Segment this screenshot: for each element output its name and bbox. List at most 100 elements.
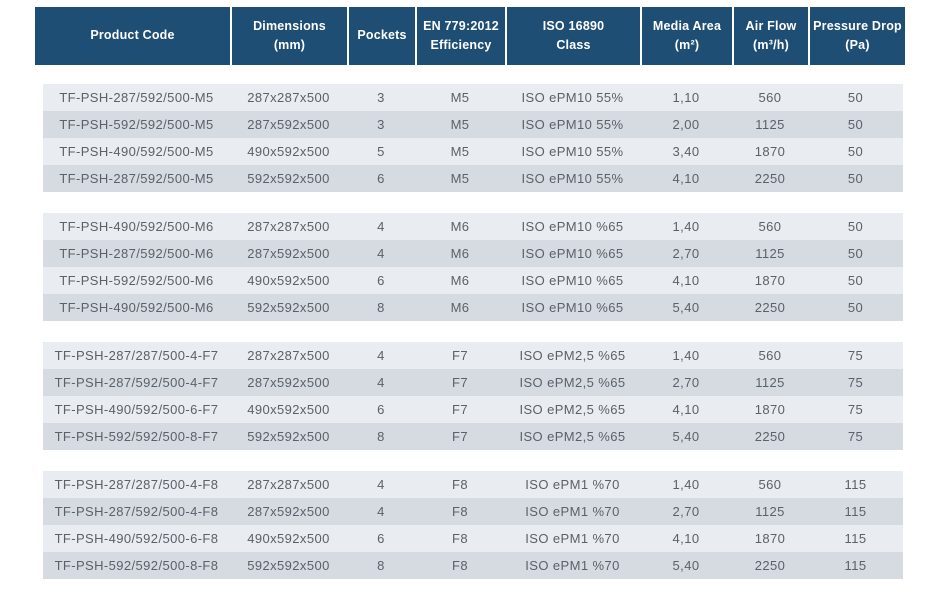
cell-product-code: TF-PSH-592/592/500-M5 <box>59 117 214 132</box>
cell-product-code: TF-PSH-490/592/500-M6 <box>59 219 214 234</box>
column-header-pockets: Pockets <box>347 7 415 65</box>
cell-media-area: 2,00 <box>672 117 700 132</box>
cell-pockets: 4 <box>377 504 385 519</box>
cell-air-flow: 1870 <box>754 144 786 159</box>
cell-en779-efficiency: F7 <box>452 402 468 417</box>
cell-pressure-drop: 50 <box>847 144 864 159</box>
cell-iso16890-class: ISO ePM1 %70 <box>525 558 620 573</box>
cell-media-area: 4,10 <box>672 531 700 546</box>
cell-pockets: 6 <box>377 531 385 546</box>
cell-air-flow: 560 <box>758 348 782 363</box>
table-row: TF-PSH-287/592/500-M6 287x592x500 4 M6 ISO e… <box>43 240 903 267</box>
cell-en779-efficiency: M6 <box>450 300 470 315</box>
cell-pressure-drop: 115 <box>844 477 867 492</box>
cell-en779-efficiency: M6 <box>450 246 470 261</box>
row-group-M6: TF-PSH-490/592/500-M6 287x287x500 4 M6 ISO e… <box>43 213 903 321</box>
cell-air-flow: 1125 <box>755 375 785 390</box>
cell-en779-efficiency: F7 <box>452 375 468 390</box>
cell-en779-efficiency: F8 <box>452 504 468 519</box>
cell-media-area: 1,10 <box>672 90 700 105</box>
cell-pressure-drop: 115 <box>844 558 867 573</box>
cell-dimensions: 592x592x500 <box>247 558 330 573</box>
cell-media-area: 5,40 <box>672 300 700 315</box>
cell-product-code: TF-PSH-490/592/500-M5 <box>59 144 214 159</box>
column-header-air-flow: Air Flow (m³/h) <box>732 7 808 65</box>
table-row: TF-PSH-287/287/500-4-F7 287x287x500 4 F7 ISO… <box>43 342 903 369</box>
cell-media-area: 4,10 <box>672 171 700 186</box>
cell-dimensions: 490x592x500 <box>247 402 330 417</box>
cell-pressure-drop: 50 <box>847 171 864 186</box>
cell-dimensions: 490x592x500 <box>247 531 330 546</box>
cell-iso16890-class: ISO ePM1 %70 <box>525 504 620 519</box>
table-header-row: Product Code Dimensions (mm) Pockets EN … <box>35 7 905 65</box>
cell-product-code: TF-PSH-592/592/500-8-F7 <box>54 429 219 444</box>
cell-iso16890-class: ISO ePM2,5 %65 <box>519 402 626 417</box>
cell-en779-efficiency: F8 <box>452 531 468 546</box>
cell-en779-efficiency: M6 <box>450 219 470 234</box>
cell-media-area: 2,70 <box>672 504 700 519</box>
cell-iso16890-class: ISO ePM10 55% <box>521 144 624 159</box>
cell-pressure-drop: 75 <box>847 375 864 390</box>
cell-en779-efficiency: F8 <box>452 558 468 573</box>
cell-iso16890-class: ISO ePM2,5 %65 <box>519 429 626 444</box>
cell-product-code: TF-PSH-287/592/500-4-F8 <box>54 504 219 519</box>
cell-air-flow: 560 <box>758 219 782 234</box>
cell-iso16890-class: ISO ePM10 55% <box>521 90 624 105</box>
cell-en779-efficiency: M5 <box>450 90 470 105</box>
table-row: TF-PSH-490/592/500-M6 287x287x500 4 M6 ISO e… <box>43 213 903 240</box>
column-header-product-code: Product Code <box>90 28 175 43</box>
cell-pockets: 5 <box>377 144 385 159</box>
cell-pockets: 4 <box>377 348 385 363</box>
cell-iso16890-class: ISO ePM1 %70 <box>525 477 620 492</box>
cell-pockets: 6 <box>377 171 385 186</box>
cell-iso16890-class: ISO ePM10 %65 <box>521 300 624 315</box>
cell-pockets: 8 <box>377 429 385 444</box>
filter-spec-table: Product Code Dimensions (mm) Pockets EN … <box>35 7 905 579</box>
cell-media-area: 1,40 <box>672 348 700 363</box>
cell-en779-efficiency: M6 <box>450 273 470 288</box>
cell-air-flow: 2250 <box>754 429 786 444</box>
cell-air-flow: 1870 <box>754 273 786 288</box>
cell-en779-efficiency: M5 <box>450 144 470 159</box>
cell-air-flow: 2250 <box>754 558 786 573</box>
cell-dimensions: 592x592x500 <box>247 300 330 315</box>
cell-media-area: 5,40 <box>672 558 700 573</box>
cell-dimensions: 490x592x500 <box>247 144 330 159</box>
cell-dimensions: 287x287x500 <box>247 348 330 363</box>
cell-product-code: TF-PSH-287/592/500-M6 <box>59 246 214 261</box>
cell-en779-efficiency: F7 <box>452 429 468 444</box>
table-body: TF-PSH-287/592/500-M5 287x287x500 3 M5 ISO e… <box>43 84 903 579</box>
cell-en779-efficiency: M5 <box>450 171 470 186</box>
cell-iso16890-class: ISO ePM10 %65 <box>521 273 624 288</box>
cell-iso16890-class: ISO ePM10 55% <box>521 117 624 132</box>
table-row: TF-PSH-287/287/500-4-F8 287x287x500 4 F8 ISO… <box>43 471 903 498</box>
cell-dimensions: 287x592x500 <box>247 375 330 390</box>
cell-dimensions: 287x287x500 <box>247 219 330 234</box>
row-group-F8: TF-PSH-287/287/500-4-F8 287x287x500 4 F8 ISO… <box>43 471 903 579</box>
cell-iso16890-class: ISO ePM10 55% <box>521 171 624 186</box>
product-spec-page: Product Code Dimensions (mm) Pockets EN … <box>0 0 930 593</box>
cell-media-area: 4,10 <box>672 273 700 288</box>
cell-media-area: 3,40 <box>672 144 700 159</box>
cell-en779-efficiency: M5 <box>450 117 470 132</box>
table-row: TF-PSH-490/592/500-M6 592x592x500 8 M6 ISO e… <box>43 294 903 321</box>
cell-product-code: TF-PSH-592/592/500-8-F8 <box>54 558 219 573</box>
cell-dimensions: 490x592x500 <box>247 273 330 288</box>
cell-dimensions: 287x592x500 <box>247 117 330 132</box>
cell-product-code: TF-PSH-287/287/500-4-F8 <box>54 477 219 492</box>
cell-air-flow: 1125 <box>755 117 785 132</box>
cell-dimensions: 592x592x500 <box>247 171 330 186</box>
cell-product-code: TF-PSH-592/592/500-M6 <box>59 273 214 288</box>
cell-pressure-drop: 50 <box>847 300 864 315</box>
cell-dimensions: 287x287x500 <box>247 90 330 105</box>
cell-pressure-drop: 50 <box>847 117 864 132</box>
cell-dimensions: 287x592x500 <box>247 246 330 261</box>
table-row: TF-PSH-592/592/500-M6 490x592x500 6 M6 ISO e… <box>43 267 903 294</box>
cell-air-flow: 1125 <box>755 504 785 519</box>
cell-pressure-drop: 50 <box>847 219 864 234</box>
cell-pressure-drop: 50 <box>847 273 864 288</box>
cell-product-code: TF-PSH-287/287/500-4-F7 <box>54 348 219 363</box>
column-header-en779-efficiency: EN 779:2012 Efficiency <box>415 7 505 65</box>
cell-media-area: 4,10 <box>672 402 700 417</box>
cell-iso16890-class: ISO ePM10 %65 <box>521 246 624 261</box>
